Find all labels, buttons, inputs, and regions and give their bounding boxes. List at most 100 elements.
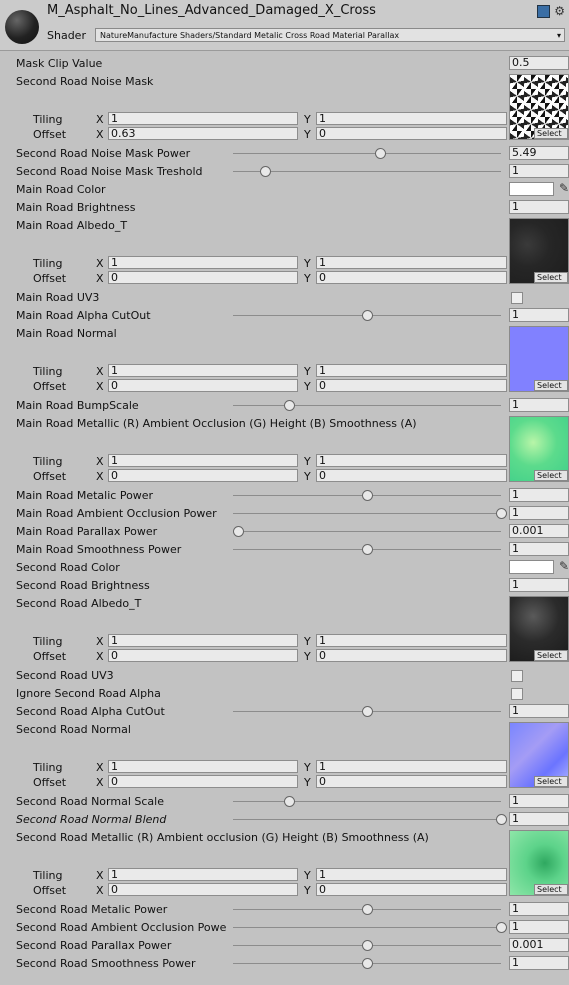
slider[interactable] xyxy=(233,487,501,504)
value-field[interactable]: 0.001 xyxy=(509,938,569,952)
value-field[interactable]: 1 xyxy=(509,542,569,556)
slider-thumb[interactable] xyxy=(284,400,296,411)
eyedropper-icon[interactable]: ✎ xyxy=(559,559,569,573)
slider[interactable] xyxy=(233,541,501,558)
slider-thumb[interactable] xyxy=(362,958,373,969)
select-button[interactable]: Select xyxy=(534,470,568,481)
slider-thumb[interactable] xyxy=(375,148,387,159)
value-field[interactable]: 1 xyxy=(509,398,569,412)
value-field[interactable]: 1 xyxy=(509,578,569,592)
tiling-y-field[interactable]: 1 xyxy=(316,760,507,773)
texture-slot[interactable]: Select xyxy=(509,416,569,482)
offset-y-field[interactable]: 0 xyxy=(316,649,507,662)
slider[interactable] xyxy=(233,793,501,810)
eyedropper-icon[interactable]: ✎ xyxy=(559,181,569,195)
tiling-y-field[interactable]: 1 xyxy=(316,454,507,467)
select-button[interactable]: Select xyxy=(534,650,568,661)
slider-thumb[interactable] xyxy=(362,706,373,717)
help-book-icon[interactable] xyxy=(537,5,551,18)
slider[interactable] xyxy=(233,523,501,540)
slider-thumb[interactable] xyxy=(362,490,373,501)
select-button[interactable]: Select xyxy=(534,128,568,139)
slider-thumb[interactable] xyxy=(362,940,373,951)
slider[interactable] xyxy=(233,901,501,918)
offset-x-field[interactable]: 0 xyxy=(108,271,298,284)
value-field[interactable]: 1 xyxy=(509,308,569,322)
value-field[interactable]: 1 xyxy=(509,812,569,826)
texture-slot[interactable]: Select xyxy=(509,596,569,662)
value-field[interactable]: 1 xyxy=(509,956,569,970)
tiling-x-field[interactable]: 1 xyxy=(108,454,298,467)
tiling-x-field[interactable]: 1 xyxy=(108,634,298,647)
offset-x-field[interactable]: 0 xyxy=(108,883,298,896)
tiling-x-field[interactable]: 1 xyxy=(108,760,298,773)
value-field[interactable]: 1 xyxy=(509,164,569,178)
texture-slot[interactable]: Select xyxy=(509,74,569,140)
slider-thumb[interactable] xyxy=(260,166,272,177)
slider-thumb[interactable] xyxy=(233,526,245,537)
slider[interactable] xyxy=(233,397,501,414)
tiling-y-field[interactable]: 1 xyxy=(316,256,507,269)
slider[interactable] xyxy=(233,145,501,162)
slider[interactable] xyxy=(233,937,501,954)
offset-y-field[interactable]: 0 xyxy=(316,271,507,284)
tiling-y-field[interactable]: 1 xyxy=(316,634,507,647)
slider[interactable] xyxy=(233,307,501,324)
value-field[interactable]: 0.5 xyxy=(509,56,569,70)
slider-thumb[interactable] xyxy=(496,922,507,933)
checkbox[interactable] xyxy=(511,292,523,304)
select-button[interactable]: Select xyxy=(534,380,568,391)
slider[interactable] xyxy=(233,163,501,180)
color-swatch[interactable] xyxy=(509,182,554,196)
tiling-y-field[interactable]: 1 xyxy=(316,112,507,125)
tiling-x-field[interactable]: 1 xyxy=(108,256,298,269)
slider-thumb[interactable] xyxy=(362,904,373,915)
slider[interactable] xyxy=(233,505,507,522)
slider-thumb[interactable] xyxy=(362,310,373,321)
texture-slot[interactable]: Select xyxy=(509,830,569,896)
tiling-x-field[interactable]: 1 xyxy=(108,364,298,377)
offset-y-field[interactable]: 0 xyxy=(316,379,507,392)
value-field[interactable]: 1 xyxy=(509,488,569,502)
slider[interactable] xyxy=(233,955,501,972)
texture-slot[interactable]: Select xyxy=(509,326,569,392)
value-field[interactable]: 1 xyxy=(509,794,569,808)
value-field[interactable]: 1 xyxy=(509,704,569,718)
tiling-x-field[interactable]: 1 xyxy=(108,112,298,125)
tiling-y-field[interactable]: 1 xyxy=(316,868,507,881)
offset-x-field[interactable]: 0 xyxy=(108,469,298,482)
select-button[interactable]: Select xyxy=(534,272,568,283)
tiling-x-field[interactable]: 1 xyxy=(108,868,298,881)
offset-y-field[interactable]: 0 xyxy=(316,127,507,140)
offset-x-field[interactable]: 0 xyxy=(108,379,298,392)
offset-x-field[interactable]: 0 xyxy=(108,775,298,788)
slider-thumb[interactable] xyxy=(284,796,296,807)
value-field[interactable]: 5.49 xyxy=(509,146,569,160)
slider[interactable] xyxy=(233,703,501,720)
checkbox[interactable] xyxy=(511,670,523,682)
value-field[interactable]: 0.001 xyxy=(509,524,569,538)
tiling-y-field[interactable]: 1 xyxy=(316,364,507,377)
texture-slot[interactable]: Select xyxy=(509,218,569,284)
offset-y-field[interactable]: 0 xyxy=(316,883,507,896)
select-button[interactable]: Select xyxy=(534,776,568,787)
slider-thumb[interactable] xyxy=(362,544,373,555)
select-button[interactable]: Select xyxy=(534,884,568,895)
texture-slot[interactable]: Select xyxy=(509,722,569,788)
offset-x-field[interactable]: 0.63 xyxy=(108,127,298,140)
slider[interactable] xyxy=(233,919,507,936)
offset-y-field[interactable]: 0 xyxy=(316,469,507,482)
value-field[interactable]: 1 xyxy=(509,200,569,214)
slider-thumb[interactable] xyxy=(496,814,507,825)
shader-dropdown[interactable]: NatureManufacture Shaders/Standard Metal… xyxy=(95,28,565,42)
offset-x-field[interactable]: 0 xyxy=(108,649,298,662)
value-field[interactable]: 1 xyxy=(509,920,569,934)
slider-thumb[interactable] xyxy=(496,508,507,519)
value-field[interactable]: 1 xyxy=(509,902,569,916)
checkbox[interactable] xyxy=(511,688,523,700)
offset-y-field[interactable]: 0 xyxy=(316,775,507,788)
value-field[interactable]: 1 xyxy=(509,506,569,520)
color-swatch[interactable] xyxy=(509,560,554,574)
slider[interactable] xyxy=(233,811,507,828)
gear-icon[interactable]: ⚙ xyxy=(554,4,565,18)
